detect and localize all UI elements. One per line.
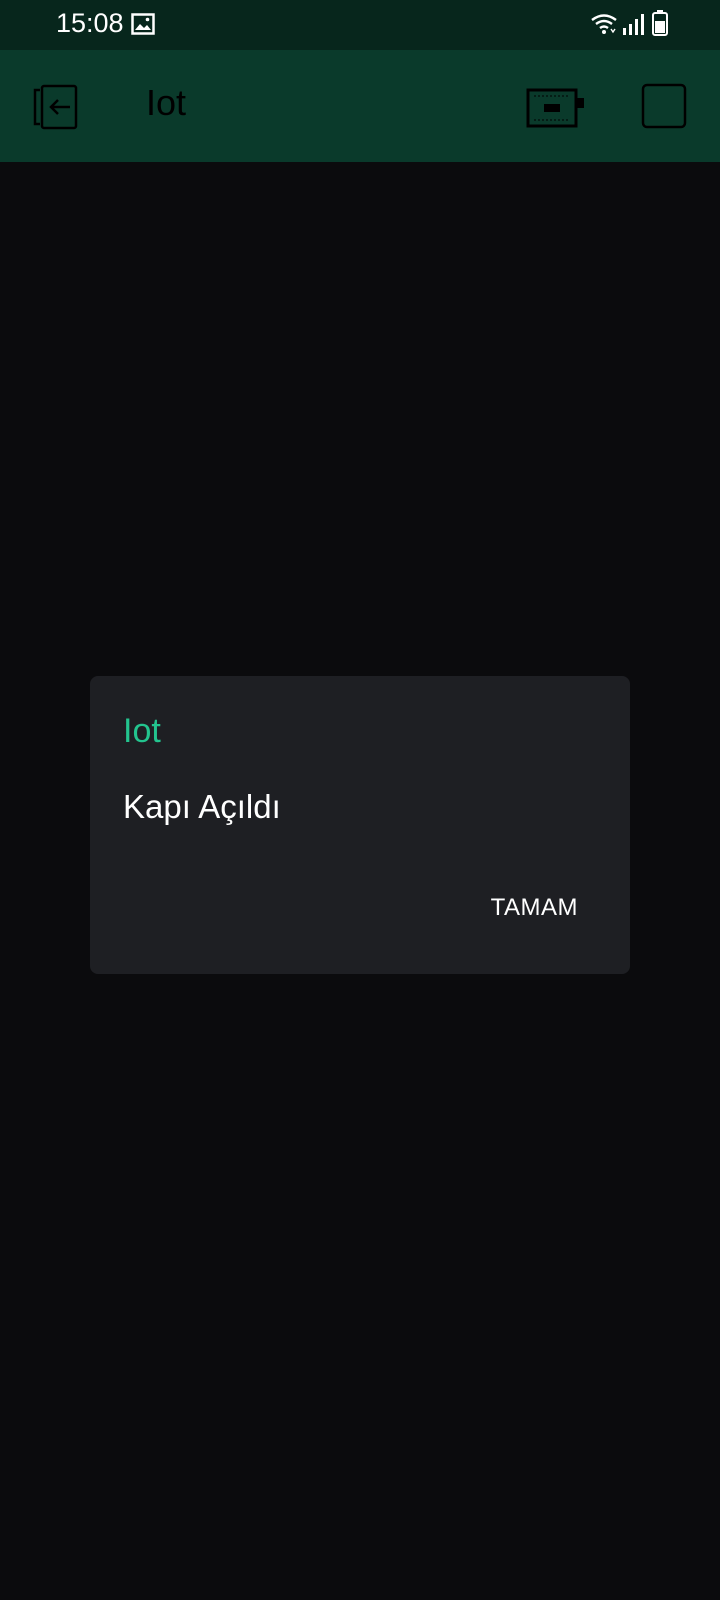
app-title: Iot — [146, 82, 187, 123]
gallery-icon — [131, 13, 155, 35]
dialog-title: Iot — [123, 712, 161, 750]
alert-dialog: Iot Kapı Açıldı TAMAM — [90, 676, 630, 974]
dialog-message: Kapı Açıldı — [123, 788, 281, 825]
ok-button[interactable]: TAMAM — [491, 894, 578, 922]
status-icons — [590, 10, 670, 38]
device-icon[interactable] — [526, 88, 586, 128]
signal-icon — [623, 14, 644, 35]
status-bar: 15:08 — [0, 0, 720, 50]
exit-icon[interactable] — [32, 84, 82, 130]
battery-icon — [652, 10, 668, 36]
app-bar: Iot — [0, 50, 720, 162]
square-icon[interactable] — [641, 83, 687, 129]
wifi-icon — [591, 14, 617, 34]
status-time: 15:08 — [56, 8, 124, 38]
